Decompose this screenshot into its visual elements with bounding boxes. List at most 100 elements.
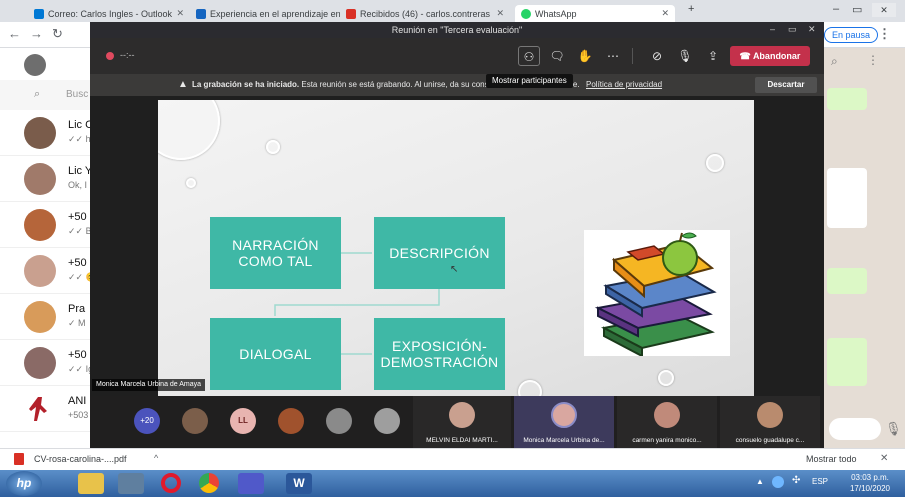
maximize-icon[interactable]: ▭ xyxy=(788,24,797,35)
share-screen-icon[interactable]: ⇪ xyxy=(702,46,724,66)
avatar[interactable] xyxy=(326,408,352,434)
more-participants-badge[interactable]: +20 xyxy=(134,408,160,434)
message-input[interactable] xyxy=(829,418,881,440)
outlook-icon xyxy=(34,8,44,19)
sync-paused-button[interactable]: En pausa xyxy=(824,27,879,43)
forward-arrow-icon[interactable]: → xyxy=(30,26,43,41)
tab-label: Experiencia en el aprendizaje en xyxy=(210,8,340,19)
word-icon[interactable]: W xyxy=(286,473,312,494)
presenter-name: Monica Marcela Urbina de Amaya xyxy=(92,379,206,391)
participant-tile[interactable]: MELVIN ELDAI MARTI... xyxy=(413,396,511,452)
chevron-up-icon[interactable]: ^ xyxy=(154,453,158,463)
privacy-link[interactable]: Política de privacidad xyxy=(586,74,662,96)
participant-tile[interactable]: carmen yanira monico... xyxy=(617,396,717,452)
list-item[interactable]: Lic Y Ok, I xyxy=(0,156,92,202)
profile-avatar[interactable] xyxy=(24,54,46,76)
chat-preview: +503 xyxy=(68,410,89,420)
tab-experiencia[interactable]: Experiencia en el aprendizaje en ✕ xyxy=(190,5,340,22)
close-icon[interactable]: ✕ xyxy=(661,8,669,19)
new-tab-button[interactable]: + xyxy=(688,3,694,15)
reload-icon[interactable]: ↻ xyxy=(52,26,63,42)
close-icon[interactable]: ✕ xyxy=(880,453,888,464)
download-item[interactable]: CV-rosa-carolina-....pdf xyxy=(34,454,127,464)
minimize-icon[interactable]: – xyxy=(770,24,775,34)
windows-taskbar: hp W ▲ ✣ ESP 03:03 p.m. 17/10/2020 xyxy=(0,470,905,497)
avatar xyxy=(24,255,56,287)
opera-icon[interactable] xyxy=(158,473,184,494)
more-vert-icon[interactable]: ⋮ xyxy=(878,26,891,42)
books-icon xyxy=(594,232,717,358)
teams-meeting-window: Reunión en "Tercera evaluación" – ▭ ✕ --… xyxy=(90,22,824,452)
participant-tile[interactable]: consuelo guadalupe c... xyxy=(720,396,820,452)
raise-hand-icon[interactable]: ✋ xyxy=(574,46,596,66)
close-icon[interactable]: ✕ xyxy=(176,8,184,19)
start-button[interactable]: hp xyxy=(6,471,42,496)
tab-whatsapp[interactable]: WhatsApp ✕ xyxy=(515,5,675,22)
more-actions-icon[interactable]: ⋯ xyxy=(602,46,624,66)
list-item[interactable]: +50 ✓✓ Ig xyxy=(0,340,93,386)
minimize-icon[interactable]: – xyxy=(833,3,839,15)
window-close-icon[interactable]: ✕ xyxy=(872,3,896,17)
participant-tile-active[interactable]: Monica Marcela Urbina de... xyxy=(514,396,614,452)
tab-label: Recibidos (46) - carlos.contreras xyxy=(360,8,491,19)
list-item[interactable]: +50 ✓✓ 😊 xyxy=(0,248,97,294)
tab-gmail[interactable]: Recibidos (46) - carlos.contreras ✕ xyxy=(340,5,510,22)
recording-banner: ▲ La grabación se ha iniciado. Esta reun… xyxy=(90,74,824,96)
speaker-icon[interactable]: ✣ xyxy=(792,475,800,486)
participants-tooltip: Mostrar participantes xyxy=(486,74,573,88)
mic-icon[interactable]: 🎙 xyxy=(885,421,902,437)
whatsapp-icon xyxy=(521,8,531,19)
search-icon[interactable]: ⌕ xyxy=(831,54,838,69)
menu-icon[interactable]: ⋮ xyxy=(867,53,879,67)
avatar[interactable] xyxy=(278,408,304,434)
tray-arrow-icon[interactable]: ▲ xyxy=(756,477,764,486)
avatar xyxy=(449,402,475,428)
file-explorer-icon[interactable] xyxy=(78,473,104,494)
dismiss-button[interactable]: Descartar xyxy=(755,77,817,93)
whatsapp-search[interactable]: ⌕ Busc xyxy=(0,80,92,110)
clock-time[interactable]: 03:03 p.m. xyxy=(840,473,900,482)
message-bubble xyxy=(827,88,867,110)
chat-name: ANI xyxy=(68,395,87,407)
close-icon[interactable]: ✕ xyxy=(808,24,816,35)
tab-outlook[interactable]: Correo: Carlos Ingles - Outlook ✕ xyxy=(28,5,190,22)
pdf-icon xyxy=(14,453,24,465)
search-input[interactable]: Busc xyxy=(66,89,88,100)
network-icon[interactable] xyxy=(772,476,784,488)
list-item[interactable]: Lic C ✓✓ h xyxy=(0,110,93,156)
teams-icon[interactable] xyxy=(238,473,264,494)
back-arrow-icon[interactable]: ← xyxy=(8,26,21,41)
language-indicator[interactable]: ESP xyxy=(812,477,828,486)
chat-name: Pra xyxy=(68,303,86,315)
show-all-button[interactable]: Mostrar todo xyxy=(806,454,857,464)
cursor-icon: ↖ xyxy=(450,264,459,275)
gmail-icon xyxy=(346,8,356,19)
clock-date[interactable]: 17/10/2020 xyxy=(840,484,900,493)
avatar[interactable] xyxy=(374,408,400,434)
chat-icon[interactable]: 🗨 xyxy=(546,46,568,66)
list-item[interactable]: +50 ✓✓ B xyxy=(0,202,92,248)
show-participants-icon[interactable]: ⚇ xyxy=(518,46,540,66)
participant-name: consuelo guadalupe c... xyxy=(735,437,805,444)
avatar xyxy=(24,301,56,333)
list-item[interactable]: ANI +503 xyxy=(0,386,92,432)
chat-preview: ✓✓ h xyxy=(68,134,91,144)
avatar[interactable] xyxy=(182,408,208,434)
chat-preview: ✓ M xyxy=(68,318,86,328)
warning-icon: ▲ xyxy=(178,79,188,90)
chrome-icon[interactable] xyxy=(196,473,222,494)
list-item[interactable]: Pra ✓ M xyxy=(0,294,92,340)
mic-off-icon[interactable]: 🎙 xyxy=(674,46,696,66)
search-icon: ⌕ xyxy=(34,88,41,100)
participant-name: Monica Marcela Urbina de... xyxy=(523,437,605,444)
restore-icon[interactable]: ▭ xyxy=(852,3,862,16)
close-icon[interactable]: ✕ xyxy=(496,8,504,19)
avatar xyxy=(24,163,56,195)
calculator-icon[interactable] xyxy=(118,473,144,494)
chat-rows: Lic C ✓✓ h Lic Y Ok, I +50 ✓✓ B +50 ✓✓ 😊… xyxy=(0,110,97,450)
chat-preview: ✓✓ B xyxy=(68,226,92,236)
leave-button[interactable]: ☎ Abandonar xyxy=(730,46,810,66)
camera-off-icon[interactable]: ⊘ xyxy=(646,46,668,66)
message-bubble xyxy=(827,268,867,294)
avatar-initials[interactable]: LL xyxy=(230,408,256,434)
